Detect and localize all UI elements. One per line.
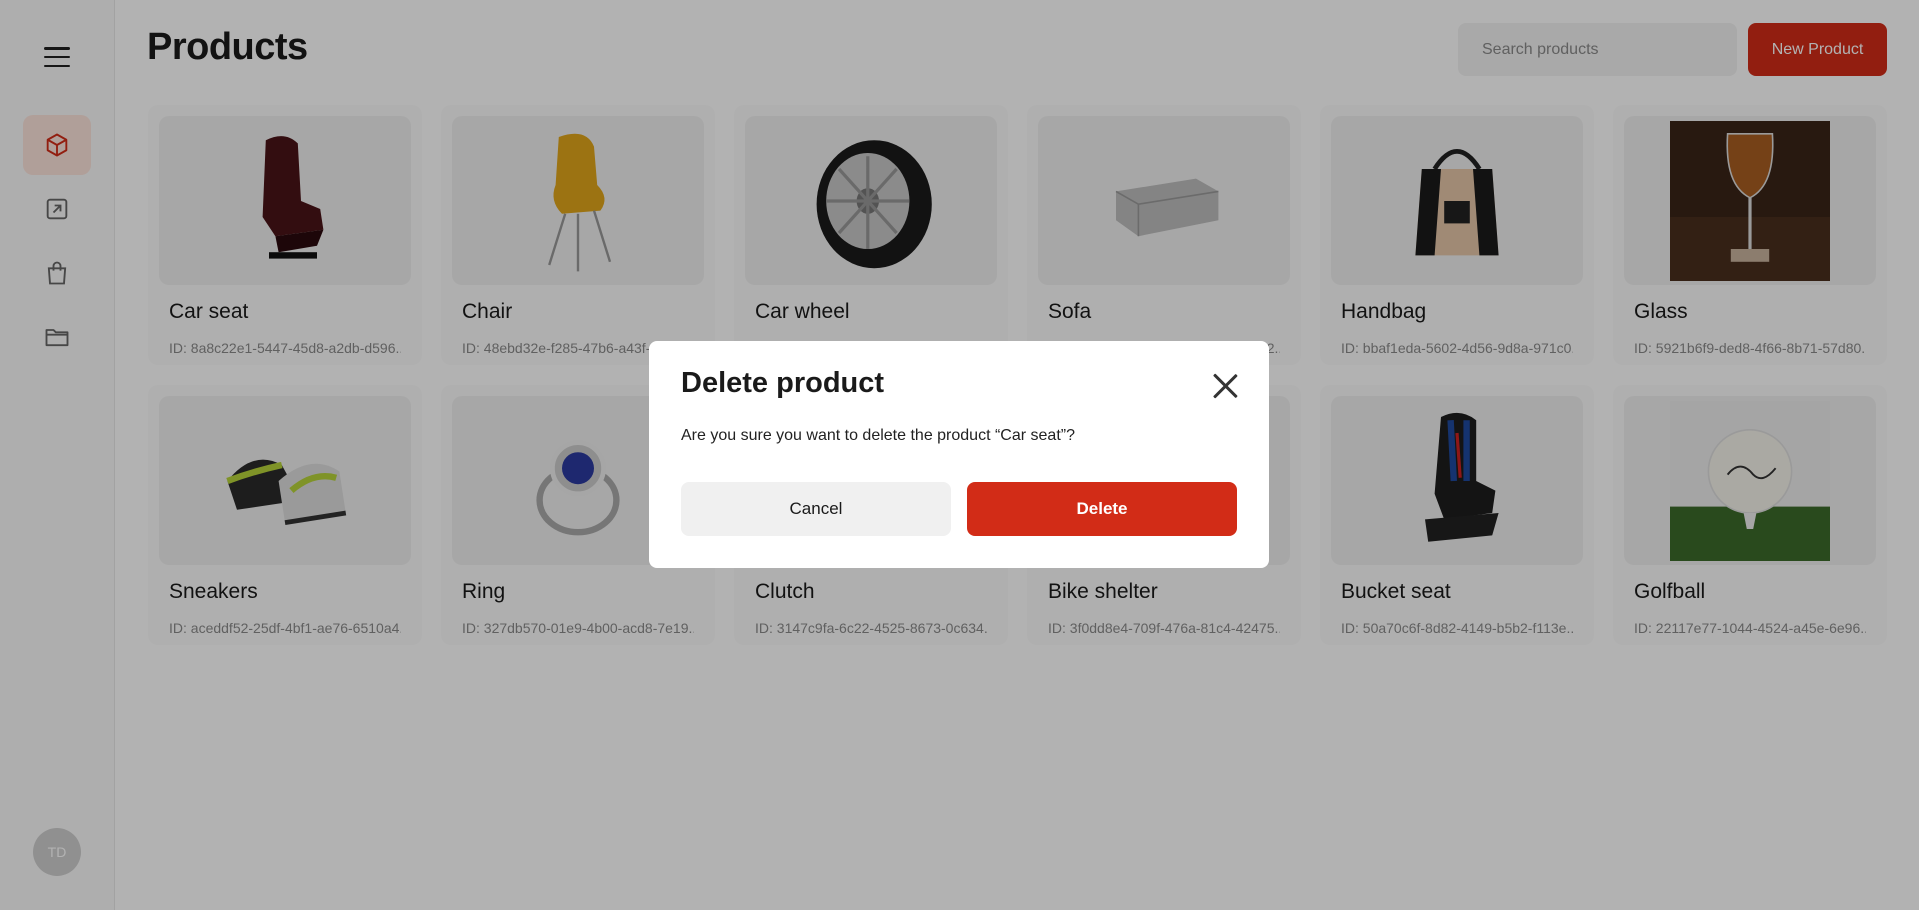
dialog-title: Delete product (681, 367, 885, 399)
delete-product-dialog: Delete product Are you sure you want to … (649, 341, 1269, 568)
delete-button[interactable]: Delete (967, 482, 1237, 536)
dialog-message: Are you sure you want to delete the prod… (681, 427, 1075, 444)
cancel-button[interactable]: Cancel (681, 482, 951, 536)
close-icon[interactable] (1211, 372, 1239, 400)
